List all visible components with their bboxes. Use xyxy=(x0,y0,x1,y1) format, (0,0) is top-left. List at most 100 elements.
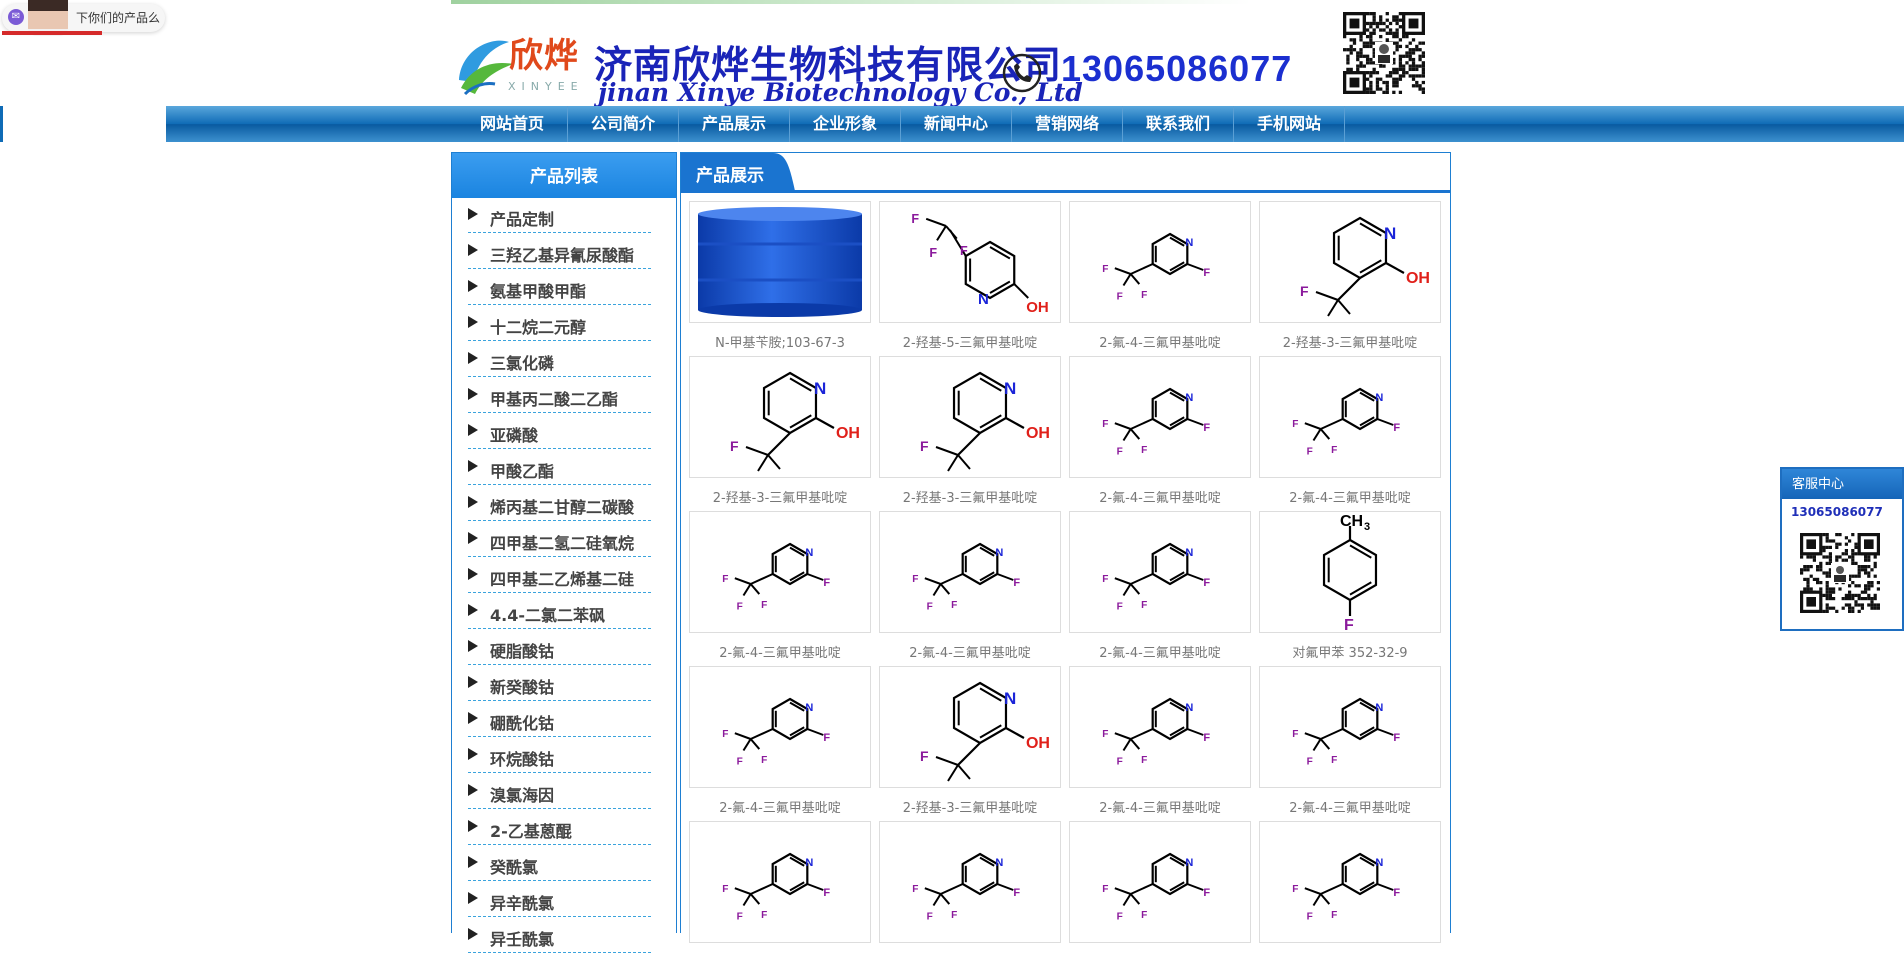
sidebar-category-item[interactable]: 亚磷酸 xyxy=(468,414,651,449)
product-caption[interactable]: 2-氟-4-三氟甲基吡啶 xyxy=(1069,332,1251,351)
sidebar-category-item[interactable]: 环烷酸钴 xyxy=(468,738,651,773)
sidebar-category-item[interactable]: 产品定制 xyxy=(468,198,651,233)
svg-text:OH: OH xyxy=(1406,270,1430,287)
product-caption[interactable]: 2-氟-4-三氟甲基吡啶 xyxy=(1069,487,1251,506)
sidebar-category-item[interactable]: 硬脂酸钴 xyxy=(468,630,651,665)
svg-text:F: F xyxy=(1292,729,1298,740)
sidebar-category-item[interactable]: 三氯化磷 xyxy=(468,342,651,377)
product-caption[interactable]: 2-氟-4-三氟甲基吡啶 xyxy=(689,642,871,661)
sidebar-category-item[interactable]: 4.4-二氯二苯砜 xyxy=(468,594,651,629)
sidebar-category-item[interactable]: 甲酸乙酯 xyxy=(468,450,651,485)
svg-text:N: N xyxy=(1375,857,1383,869)
product-image[interactable]: N F F F F xyxy=(1069,356,1251,478)
product-image[interactable]: N F F F F xyxy=(689,821,871,943)
product-image[interactable]: N F F F F xyxy=(1069,511,1251,633)
sidebar-category-item[interactable]: 四甲基二乙烯基二硅 xyxy=(468,558,651,593)
product-card[interactable]: N F F F F 2-氟-4-三氟甲基吡啶 xyxy=(1259,666,1441,821)
product-image[interactable]: N OH F F F xyxy=(1259,201,1441,337)
product-card[interactable]: N F F F F 2-氟-4-三氟甲基吡啶 xyxy=(1259,356,1441,511)
nav-item[interactable]: 营销网络 xyxy=(1012,106,1123,142)
product-image[interactable]: N F F F F xyxy=(879,821,1061,943)
product-caption[interactable]: 2-羟基-5-三氟甲基吡啶 xyxy=(879,332,1061,351)
product-card[interactable]: N F F F F xyxy=(1069,821,1251,976)
sidebar-category-item[interactable]: 异辛酰氯 xyxy=(468,882,651,917)
product-image[interactable]: N F F F F xyxy=(879,511,1061,633)
customer-service-phone[interactable]: 13065086077 xyxy=(1791,505,1883,519)
nav-item[interactable]: 公司简介 xyxy=(568,106,679,142)
product-caption[interactable]: 2-氟-4-三氟甲基吡啶 xyxy=(1069,642,1251,661)
product-image[interactable]: F F F N OH xyxy=(879,201,1061,323)
product-card[interactable]: N OH F F F 2-羟基-3-三氟甲基吡啶 xyxy=(879,666,1061,821)
product-caption[interactable]: 2-氟-4-三氟甲基吡啶 xyxy=(1259,487,1441,506)
product-card[interactable]: N F F F F 2-氟-4-三氟甲基吡啶 xyxy=(1069,201,1251,356)
product-image[interactable]: N F F F F xyxy=(689,511,871,633)
product-caption[interactable]: 2-氟-4-三氟甲基吡啶 xyxy=(879,642,1061,661)
product-card[interactable]: N F F F F 2-氟-4-三氟甲基吡啶 xyxy=(1069,511,1251,666)
fluoro-4-cf3-structure-icon: N F F F F xyxy=(1292,697,1400,768)
sidebar-category-item[interactable]: 烯丙基二甘醇二碳酸 xyxy=(468,486,651,521)
svg-text:OH: OH xyxy=(1026,735,1050,752)
nav-item[interactable]: 联系我们 xyxy=(1123,106,1234,142)
product-card[interactable]: N F F F F 2-氟-4-三氟甲基吡啶 xyxy=(1069,356,1251,511)
sidebar-category-item[interactable]: 氨基甲酸甲酯 xyxy=(468,270,651,305)
product-caption[interactable]: 2-氟-4-三氟甲基吡啶 xyxy=(1069,797,1251,816)
sidebar-category-item[interactable]: 硼酰化钴 xyxy=(468,702,651,737)
product-image[interactable]: CH 3 F xyxy=(1259,511,1441,634)
product-image[interactable]: N F F F F xyxy=(1259,666,1441,788)
product-card[interactable]: N-甲基苄胺;103-67-3 xyxy=(689,201,871,356)
nav-item[interactable]: 新闻中心 xyxy=(901,106,1012,142)
product-image[interactable]: N F F F F xyxy=(1069,666,1251,788)
product-card[interactable]: N F F F F 2-氟-4-三氟甲基吡啶 xyxy=(689,511,871,666)
product-image[interactable]: N OH F F F xyxy=(879,666,1061,802)
sidebar-category-item[interactable]: 新癸酸钴 xyxy=(468,666,651,701)
product-card[interactable]: N OH F F F 2-羟基-3-三氟甲基吡啶 xyxy=(1259,201,1441,356)
product-image[interactable]: N F F F F xyxy=(1069,821,1251,943)
product-image[interactable]: N F F F F xyxy=(689,666,871,788)
product-image[interactable]: N F F F F xyxy=(1069,201,1251,323)
nav-item[interactable]: 企业形象 xyxy=(790,106,901,142)
product-caption[interactable]: 2-羟基-3-三氟甲基吡啶 xyxy=(1259,332,1441,351)
sidebar-category-item[interactable]: 溴氯海因 xyxy=(468,774,651,809)
product-caption[interactable]: 2-羟基-3-三氟甲基吡啶 xyxy=(689,487,871,506)
product-image[interactable] xyxy=(689,201,871,323)
product-image[interactable]: N F F F F xyxy=(1259,821,1441,943)
nav-item[interactable]: 产品展示 xyxy=(679,106,790,142)
product-image[interactable]: N F F F F xyxy=(1259,356,1441,478)
category-label: 2-乙基蒽醌 xyxy=(490,822,572,841)
nav-item[interactable]: 手机网站 xyxy=(1234,106,1345,142)
nav-item[interactable]: 网站首页 xyxy=(457,106,568,142)
product-card[interactable]: N F F F F xyxy=(689,821,871,976)
product-caption[interactable]: 对氟甲苯 352-32-9 xyxy=(1259,642,1441,661)
product-card[interactable]: N F F F F xyxy=(1259,821,1441,976)
svg-text:F: F xyxy=(1117,447,1123,458)
sidebar-category-item[interactable]: 四甲基二氢二硅氧烷 xyxy=(468,522,651,557)
svg-text:N: N xyxy=(1375,392,1383,404)
sidebar-category-item[interactable]: 三羟乙基异氰尿酸酯 xyxy=(468,234,651,269)
product-card[interactable]: N F F F F 2-氟-4-三氟甲基吡啶 xyxy=(689,666,871,821)
sidebar-category-item[interactable]: 癸酰氯 xyxy=(468,846,651,881)
sidebar-category-item[interactable]: 2-乙基蒽醌 xyxy=(468,810,651,845)
sidebar-category-item[interactable]: 十二烷二元醇 xyxy=(468,306,651,341)
product-image[interactable]: N OH F F F xyxy=(689,356,871,492)
category-label: 甲酸乙酯 xyxy=(490,462,555,481)
svg-text:F: F xyxy=(737,602,743,613)
sidebar-category-item[interactable]: 异壬酰氯 xyxy=(468,918,651,953)
product-caption[interactable]: 2-羟基-3-三氟甲基吡啶 xyxy=(879,487,1061,506)
svg-text:N: N xyxy=(1375,702,1383,714)
product-card[interactable]: N F F F F 2-氟-4-三氟甲基吡啶 xyxy=(879,511,1061,666)
sidebar-category-item[interactable]: 甲基丙二酸二乙酯 xyxy=(468,378,651,413)
product-card[interactable]: N OH F F F 2-羟基-3-三氟甲基吡啶 xyxy=(879,356,1061,511)
product-card[interactable]: CH 3 F 对氟甲苯 352-32-9 xyxy=(1259,511,1441,666)
product-caption[interactable]: 2-氟-4-三氟甲基吡啶 xyxy=(689,797,871,816)
product-caption[interactable]: 2-氟-4-三氟甲基吡啶 xyxy=(1259,797,1441,816)
product-card[interactable]: F F F N OH 2-羟基-5-三氟甲基吡啶 xyxy=(879,201,1061,356)
svg-text:N: N xyxy=(805,857,813,869)
product-card[interactable]: N F F F F 2-氟-4-三氟甲基吡啶 xyxy=(1069,666,1251,821)
product-image[interactable]: N OH F F F xyxy=(879,356,1061,492)
product-caption[interactable]: 2-羟基-3-三氟甲基吡啶 xyxy=(879,797,1061,816)
category-label: 三氯化磷 xyxy=(490,354,555,373)
product-card[interactable]: N F F F F xyxy=(879,821,1061,976)
chat-widget[interactable]: ✉ 下你们的产品么 xyxy=(0,0,167,36)
product-caption[interactable]: N-甲基苄胺;103-67-3 xyxy=(689,332,871,351)
product-card[interactable]: N OH F F F 2-羟基-3-三氟甲基吡啶 xyxy=(689,356,871,511)
